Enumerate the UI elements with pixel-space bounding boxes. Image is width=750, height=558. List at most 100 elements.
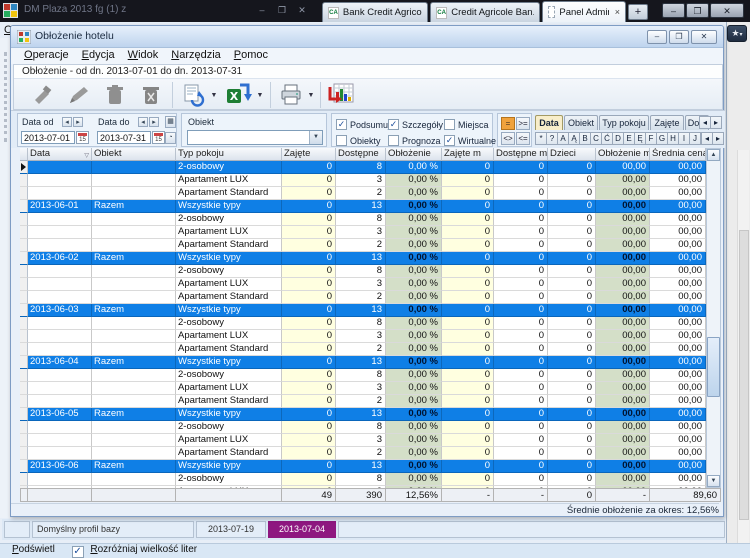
table-row[interactable]: Apartament Standard020,00 %00000,0000,00 — [20, 447, 706, 460]
checkbox-podsumuj[interactable]: ✓Podsumuj — [336, 119, 390, 130]
table-row[interactable]: 2-osobowy080,00 %00000,0000,00 — [20, 213, 706, 226]
table-scrollbar-thumb[interactable] — [707, 337, 720, 397]
main-minimize-button[interactable]: – — [254, 4, 270, 17]
child-minimize-button[interactable]: – — [647, 30, 667, 44]
table-row[interactable]: 2-osobowy080,00 %00000,0000,00 — [20, 473, 706, 486]
browser-tab[interactable]: Panel Administr...× — [542, 1, 626, 22]
excel-dropdown-arrow[interactable]: ▼ — [255, 81, 265, 109]
checkbox-miejsca[interactable]: Miejsca — [444, 119, 489, 130]
table-row[interactable]: Apartament LUX030,00 %00000,0000,00 — [20, 226, 706, 239]
table-row[interactable]: Apartament LUX030,00 %00000,0000,00 — [20, 174, 706, 187]
date-to-input[interactable] — [97, 131, 151, 144]
column-header-1[interactable]: Data▽ — [28, 148, 92, 161]
child-close-button[interactable]: ✕ — [691, 30, 717, 44]
column-header-4[interactable]: Zajęte — [282, 148, 336, 161]
column-tab-data[interactable]: Data — [535, 115, 563, 130]
table-row[interactable]: Apartament Standard020,00 %00000,0000,00 — [20, 187, 706, 200]
browser-scrollbar-thumb[interactable] — [739, 230, 749, 520]
table-row[interactable]: Apartament Standard020,00 %00000,0000,00 — [20, 239, 706, 252]
summary-row[interactable]: 2013-06-04RazemWszystkie typy0130,00 %00… — [20, 356, 706, 369]
table-row[interactable]: 2-osobowy080,00 %00000,0000,00 — [20, 369, 706, 382]
main-maximize-button[interactable]: ❐ — [274, 4, 290, 17]
toolbar-grip[interactable] — [4, 52, 7, 142]
menu-item-widok[interactable]: Widok — [128, 49, 159, 61]
favorites-star-button[interactable]: ★▾ — [727, 25, 747, 42]
highlight-label[interactable]: Podświetl — [12, 544, 55, 555]
calendar-grid-icon[interactable]: ▦ — [165, 116, 176, 128]
date-to-prev-button[interactable]: ◂ — [138, 117, 148, 127]
column-tab-obiekt[interactable]: Obiekt — [564, 115, 598, 130]
tab-close-icon[interactable]: × — [613, 7, 620, 17]
scroll-up-icon[interactable]: ▲ — [707, 149, 720, 161]
chart-button[interactable] — [326, 81, 356, 109]
checkbox-box[interactable]: ✓ — [444, 135, 455, 146]
child-maximize-button[interactable]: ❐ — [669, 30, 689, 44]
summary-row[interactable]: 2013-06-05RazemWszystkie typy0130,00 %00… — [20, 408, 706, 421]
summary-row[interactable]: 2013-06-03RazemWszystkie typy0130,00 %00… — [20, 304, 706, 317]
browser-scrollbar[interactable] — [737, 150, 749, 543]
checkbox-box[interactable] — [336, 135, 347, 146]
date-from-prev-button[interactable]: ◂ — [62, 117, 72, 127]
checkbox-obiekty[interactable]: Obiekty — [336, 135, 381, 146]
table-row[interactable]: Apartament LUX030,00 %00000,0000,00 — [20, 330, 706, 343]
print-button[interactable] — [276, 81, 306, 109]
date-to-calendar-button[interactable]: 15 — [152, 131, 165, 144]
column-header-7[interactable]: Zajęte m — [442, 148, 494, 161]
date-from-calendar-button[interactable]: 15 — [76, 131, 89, 144]
table-row[interactable]: Apartament LUX030,00 %00000,0000,00 — [20, 278, 706, 291]
summary-row[interactable]: 2013-06-06RazemWszystkie typy0130,00 %00… — [20, 460, 706, 473]
browser-tab[interactable]: CABank Credit Agricol... — [322, 2, 428, 22]
column-header-6[interactable]: Obłożenie — [386, 148, 442, 161]
child-titlebar[interactable]: Obłożenie hotelu – ❐ ✕ — [11, 26, 723, 48]
browser-close-button[interactable]: ✕ — [710, 3, 744, 18]
checkbox-wirtualne[interactable]: ✓Wirtualne — [444, 135, 496, 146]
table-row[interactable]: 2-osobowy080,00 %00000,0000,00 — [20, 265, 706, 278]
date-to-next-button[interactable]: ▸ — [149, 117, 159, 127]
menu-item-narzdzia[interactable]: Narzędzia — [171, 49, 221, 61]
table-row[interactable]: Apartament LUX030,00 %00000,0000,00 — [20, 382, 706, 395]
browser-minimize-button[interactable]: – — [662, 3, 685, 18]
clock-icon[interactable]: ◔ — [165, 132, 176, 144]
checkbox-box[interactable]: ✓ — [388, 119, 399, 130]
column-tab-zajte[interactable]: Zajęte — [650, 115, 684, 130]
refresh-dropdown-arrow[interactable]: ▼ — [209, 81, 219, 109]
summary-row[interactable]: 2013-06-01RazemWszystkie typy0130,00 %00… — [20, 200, 706, 213]
operator-button[interactable]: <> — [501, 132, 515, 145]
tab-scroll-right-icon[interactable]: ▸ — [710, 116, 722, 129]
obiekt-combobox[interactable]: ▼ — [187, 130, 323, 145]
refresh-button[interactable] — [178, 81, 208, 109]
operator-button[interactable]: >= — [516, 117, 530, 130]
checkbox-szczegóły[interactable]: ✓Szczegóły — [388, 119, 443, 130]
menu-item-pomoc[interactable]: Pomoc — [234, 49, 268, 61]
browser-new-tab-button[interactable]: + — [628, 4, 648, 20]
column-tab-typpokoju[interactable]: Typ pokoju — [599, 115, 649, 130]
table-scrollbar[interactable]: ▲ ▼ — [706, 148, 721, 488]
table-row[interactable]: Apartament Standard020,00 %00000,0000,00 — [20, 291, 706, 304]
browser-tab[interactable]: CACredit Agricole Ban... — [430, 2, 540, 22]
date-from-input[interactable] — [21, 131, 75, 144]
match-case-checkbox[interactable]: ✓ — [72, 546, 84, 558]
checkbox-box[interactable] — [388, 135, 399, 146]
column-header-9[interactable]: Dzieci — [548, 148, 596, 161]
checkbox-prognoza[interactable]: Prognoza — [388, 135, 441, 146]
table-row[interactable]: 2-osobowy080,00 %00000,0000,00 — [20, 421, 706, 434]
menu-item-operacje[interactable]: Operacje — [24, 49, 69, 61]
column-header-11[interactable]: Średnia cena — [650, 148, 706, 161]
alpha-scroll-right-icon[interactable]: ▸ — [712, 132, 724, 145]
selected-row[interactable]: 2-osobowy080,00 %00000,0000,00 — [20, 161, 706, 174]
column-header-10[interactable]: Obłożenie m — [596, 148, 650, 161]
menu-item-edycja[interactable]: Edycja — [82, 49, 115, 61]
print-dropdown-arrow[interactable]: ▼ — [306, 81, 316, 109]
operator-button[interactable]: = — [501, 117, 515, 130]
table-row[interactable]: Apartament Standard020,00 %00000,0000,00 — [20, 395, 706, 408]
browser-maximize-button[interactable]: ❐ — [686, 3, 709, 18]
table-row[interactable]: 2-osobowy080,00 %00000,0000,00 — [20, 317, 706, 330]
table-row[interactable]: Apartament LUX030,00 %00000,0000,00 — [20, 434, 706, 447]
operator-button[interactable]: <= — [516, 132, 530, 145]
checkbox-box[interactable] — [444, 119, 455, 130]
table-row[interactable]: Apartament Standard020,00 %00000,0000,00 — [20, 343, 706, 356]
chevron-down-icon[interactable]: ▼ — [309, 131, 322, 144]
excel-export-button[interactable]: X — [224, 81, 254, 109]
checkbox-box[interactable]: ✓ — [336, 119, 347, 130]
scroll-down-icon[interactable]: ▼ — [707, 475, 720, 487]
